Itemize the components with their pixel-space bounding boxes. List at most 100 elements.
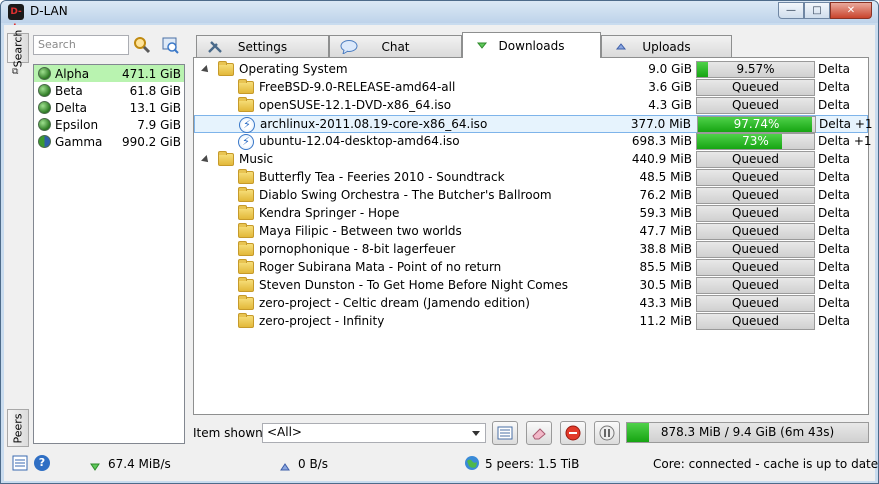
download-peer: Delta — [818, 314, 851, 328]
download-status: Queued — [731, 206, 780, 220]
download-row[interactable]: zero-project - Celtic dream (Jamendo edi… — [194, 295, 868, 313]
close-button[interactable]: ✕ — [830, 2, 872, 19]
peer-item[interactable]: Delta 13.1 GiB — [34, 99, 184, 116]
maximize-button[interactable]: □ — [804, 2, 830, 19]
download-name: Operating System — [239, 62, 348, 76]
peer-item[interactable]: Alpha 471.1 GiB — [34, 65, 184, 82]
search-icon[interactable] — [132, 35, 152, 55]
item-shown-select[interactable]: <All> — [262, 423, 486, 443]
download-size: 11.2 MiB — [639, 314, 692, 328]
lightning-file-icon: ⚡ — [238, 134, 254, 150]
pause-button[interactable] — [594, 421, 620, 445]
folder-icon — [238, 79, 254, 94]
lightning-file-icon: ⚡ — [239, 117, 255, 133]
download-row[interactable]: Diablo Swing Orchestra - The Butcher's B… — [194, 187, 868, 205]
download-row[interactable]: Steven Dunston - To Get Home Before Nigh… — [194, 277, 868, 295]
download-name: Music — [239, 152, 274, 166]
folder-icon — [238, 313, 254, 328]
dock-tab-peers[interactable]: Peers — [7, 409, 29, 447]
download-peer: Delta — [818, 98, 851, 112]
browse-icon[interactable] — [160, 35, 180, 55]
float-dock-icon[interactable]: ⧉ — [12, 67, 24, 77]
peers-summary: 5 peers: 1.5 TiB — [485, 457, 580, 471]
folder-icon — [218, 151, 234, 166]
download-row[interactable]: ⚡ ubuntu-12.04-desktop-amd64.iso 698.3 MiB… — [194, 133, 872, 151]
title-bar[interactable]: D-L D-LAN — □ ✕ — [1, 1, 878, 33]
tab-uploads-label: Uploads — [642, 39, 691, 54]
help-icon[interactable]: ? — [34, 455, 50, 471]
download-row[interactable]: zero-project - Infinity 11.2 MiB Queued Del… — [194, 313, 868, 331]
collapse-arrow-icon[interactable] — [224, 83, 231, 93]
item-shown-label: Item shown : — [193, 426, 271, 440]
peer-size: 990.2 GiB — [121, 134, 181, 149]
collapse-arrow-icon[interactable] — [224, 317, 231, 327]
expand-arrow-icon[interactable] — [201, 155, 211, 165]
status-bar: ? 67.4 MiB/s 0 B/s 5 peers: 1.5 TiB Core… — [4, 451, 878, 481]
tab-downloads[interactable]: Downloads — [462, 32, 601, 58]
download-row[interactable]: Kendra Springer - Hope 59.3 MiB Queued Delt… — [194, 205, 868, 223]
show-list-button[interactable] — [492, 421, 518, 445]
tab-settings-label: Settings — [237, 39, 288, 54]
help-icon-glyph: ? — [34, 455, 50, 471]
download-row[interactable]: Roger Subirana Mata - Point of no return… — [194, 259, 868, 277]
peer-item[interactable]: Beta 61.8 GiB — [34, 82, 184, 99]
download-size: 47.7 MiB — [639, 224, 692, 238]
download-status: Queued — [731, 170, 780, 184]
peer-name: Beta — [55, 83, 83, 98]
download-size: 3.6 GiB — [648, 80, 692, 94]
download-status: 97.74% — [733, 117, 780, 131]
peer-name: Delta — [55, 100, 88, 115]
download-peer: Delta — [818, 242, 851, 256]
download-row[interactable]: ⚡ archlinux-2011.08.19-core-x86_64.iso 377… — [194, 115, 873, 133]
peer-size: 7.9 GiB — [137, 117, 181, 132]
download-row[interactable]: Operating System 9.0 GiB 9.57% Delta — [194, 61, 868, 79]
collapse-arrow-icon[interactable] — [224, 299, 231, 309]
expand-arrow-icon[interactable] — [201, 65, 211, 75]
download-progress-bar: Queued — [696, 223, 815, 240]
download-row[interactable]: pornophonique - 8-bit lagerfeuer 38.8 MiB… — [194, 241, 868, 259]
download-peer: Delta — [818, 296, 851, 310]
download-name: openSUSE-12.1-DVD-x86_64.iso — [259, 98, 452, 112]
download-progress-bar: Queued — [696, 313, 815, 330]
folder-icon — [238, 205, 254, 220]
download-status: Queued — [731, 314, 780, 328]
download-row[interactable]: FreeBSD-9.0-RELEASE-amd64-all 3.6 GiB Queu… — [194, 79, 868, 97]
collapse-arrow-icon[interactable] — [224, 101, 231, 111]
download-name: Maya Filipic - Between two worlds — [259, 224, 462, 238]
download-name: pornophonique - 8-bit lagerfeuer — [259, 242, 456, 256]
tab-chat[interactable]: Chat — [329, 35, 462, 57]
download-peer: Delta — [818, 62, 851, 76]
download-progress-bar: Queued — [696, 259, 815, 276]
minimize-button[interactable]: — — [778, 2, 804, 19]
dock-tab-search[interactable]: Search — [7, 29, 29, 67]
collapse-arrow-icon[interactable] — [224, 173, 231, 183]
search-input[interactable]: Search — [33, 35, 129, 55]
tab-uploads[interactable]: Uploads — [601, 35, 732, 57]
download-size: 48.5 MiB — [639, 170, 692, 184]
folder-icon — [238, 259, 254, 274]
tab-settings[interactable]: Settings — [196, 35, 329, 57]
download-row[interactable]: Music 440.9 MiB Queued Delta — [194, 151, 868, 169]
collapse-arrow-icon[interactable] — [224, 281, 231, 291]
download-row[interactable]: openSUSE-12.1-DVD-x86_64.iso 4.3 GiB Queue… — [194, 97, 868, 115]
log-icon[interactable] — [12, 455, 28, 474]
download-peer: Delta — [818, 188, 851, 202]
download-row[interactable]: Maya Filipic - Between two worlds 47.7 Mi… — [194, 223, 868, 241]
clear-completed-button[interactable] — [526, 421, 552, 445]
download-size: 43.3 MiB — [639, 296, 692, 310]
collapse-arrow-icon[interactable] — [224, 209, 231, 219]
peer-item[interactable]: Gamma 990.2 GiB — [34, 133, 184, 150]
download-size: 38.8 MiB — [639, 242, 692, 256]
collapse-arrow-icon[interactable] — [224, 227, 231, 237]
collapse-arrow-icon[interactable] — [224, 263, 231, 273]
tab-chat-label: Chat — [381, 39, 410, 54]
download-progress-bar: Queued — [696, 79, 815, 96]
remove-download-button[interactable] — [560, 421, 586, 445]
peer-item[interactable]: Epsilon 7.9 GiB — [34, 116, 184, 133]
collapse-arrow-icon[interactable] — [224, 191, 231, 201]
download-size: 85.5 MiB — [639, 260, 692, 274]
download-row[interactable]: Butterfly Tea - Feeries 2010 - Soundtrac… — [194, 169, 868, 187]
collapse-arrow-icon[interactable] — [224, 245, 231, 255]
upload-rate: 0 B/s — [298, 457, 328, 471]
list-icon — [497, 426, 513, 440]
